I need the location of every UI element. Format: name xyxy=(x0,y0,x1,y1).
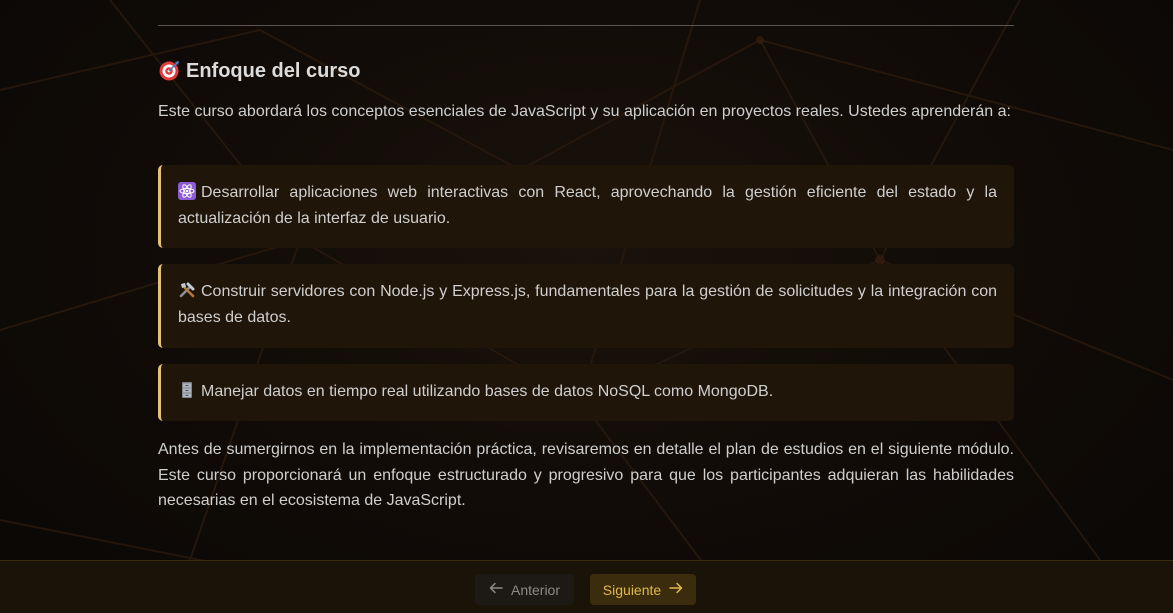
intro-paragraph: Este curso abordará los conceptos esenci… xyxy=(158,103,1011,120)
next-button-label: Siguiente xyxy=(602,581,662,598)
arrow-left-icon xyxy=(489,582,503,597)
tools-icon xyxy=(178,281,196,299)
arrow-right-icon xyxy=(669,582,683,597)
learning-item-text: Manejar datos en tiempo real utilizando … xyxy=(201,383,774,400)
learning-item-text: Desarrollar aplicaciones web interactiva… xyxy=(178,184,997,227)
learning-item-node: Construir servidores con Node.js y Expre… xyxy=(158,264,1014,348)
section-heading: Enfoque del curso xyxy=(158,58,360,84)
file-cabinet-icon xyxy=(178,381,196,399)
previous-button[interactable]: Anterior xyxy=(475,574,574,605)
learning-item-mongodb: Manejar datos en tiempo real utilizando … xyxy=(158,364,1014,421)
previous-button-label: Anterior xyxy=(510,581,561,598)
navigation-footer: Anterior Siguiente xyxy=(0,560,1173,613)
outro-paragraph: Antes de sumergirnos en la implementació… xyxy=(158,441,1014,509)
divider xyxy=(158,25,1014,26)
target-icon xyxy=(158,60,180,82)
learning-item-react: Desarrollar aplicaciones web interactiva… xyxy=(158,165,1014,248)
learning-item-text: Construir servidores con Node.js y Expre… xyxy=(178,283,997,326)
atom-icon xyxy=(178,182,196,200)
section-heading-text: Enfoque del curso xyxy=(186,59,361,82)
next-button[interactable]: Siguiente xyxy=(590,574,696,605)
